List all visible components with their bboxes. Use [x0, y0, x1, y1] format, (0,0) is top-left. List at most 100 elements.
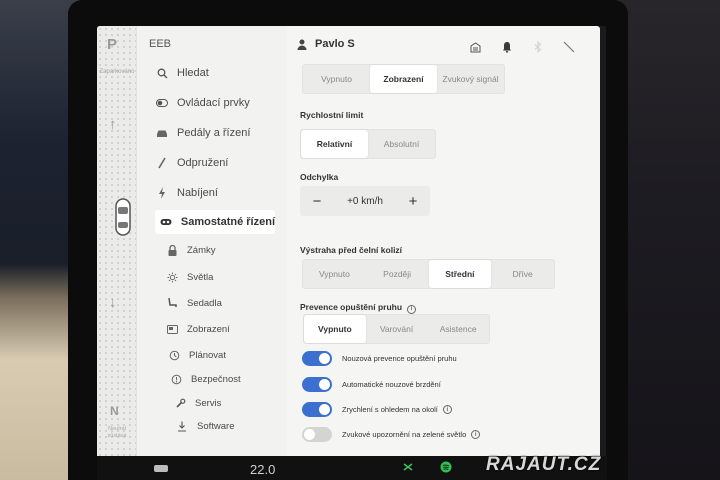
search-icon — [155, 66, 169, 80]
toggle-row-emergency-braking: Automatické nouzové brzdění — [302, 377, 441, 392]
offset-minus-button[interactable]: − — [310, 193, 324, 210]
toggle-label: Zvukové upozornění na zelené světlo — [342, 430, 467, 439]
obstacle-accel-toggle[interactable] — [302, 402, 332, 417]
steering-icon — [159, 215, 173, 229]
toggle-label: Automatické nouzové brzdění — [342, 380, 441, 389]
alert-type-option[interactable]: Vypnuto — [303, 65, 370, 93]
collision-option[interactable]: Vypnuto — [303, 260, 366, 288]
menu-item-search[interactable]: Hledat — [155, 61, 209, 85]
gear-hold-hint: Neutrál zůstává — [107, 426, 127, 439]
lane-departure-label: Prevence opuštění pruhu i — [300, 302, 417, 314]
menu-item-controls[interactable]: Ovládací prvky — [155, 91, 250, 115]
menu-item-service[interactable]: Servis — [173, 391, 221, 415]
menu-item-autopilot[interactable]: Samostatné řízení — [155, 210, 275, 234]
user-name: Pavlo S — [315, 38, 355, 50]
display-icon — [165, 322, 179, 336]
collision-option[interactable]: Střední — [428, 260, 492, 288]
alert-type-selector: Vypnuto Zobrazení Zvukový signál — [302, 64, 505, 94]
car-icon — [155, 126, 169, 140]
download-icon — [175, 419, 189, 433]
collision-option[interactable]: Později — [366, 260, 429, 288]
user-profile[interactable]: Pavlo S — [297, 38, 355, 50]
offset-label: Odchylka — [300, 172, 339, 182]
menu-item-label: Pedály a řízení — [177, 127, 251, 139]
gear-park: P — [107, 36, 118, 53]
menu-header: EEB — [149, 38, 172, 50]
car-controls-icon[interactable] — [153, 463, 169, 473]
bluetooth-icon[interactable] — [531, 40, 545, 54]
menu-item-label: Zámky — [187, 244, 216, 256]
car-topview-icon — [115, 198, 131, 236]
toggle-row-emergency-lane: Nouzová prevence opuštění pruhu — [302, 351, 457, 366]
emergency-lane-toggle[interactable] — [302, 351, 332, 366]
lane-departure-title: Prevence opuštění pruhu — [300, 302, 403, 312]
info-icon[interactable]: i — [471, 430, 481, 439]
menu-item-lights[interactable]: Světla — [165, 265, 213, 289]
gear-up-arrow-icon: ↑ — [109, 116, 117, 133]
collision-option[interactable]: Dříve — [491, 260, 554, 288]
gear-park-hint: Zaparkováno — [99, 69, 135, 75]
lightning-icon — [155, 186, 169, 200]
menu-item-seats[interactable]: Sedadla — [165, 291, 222, 315]
toggle-label: Nouzová prevence opuštění pruhu — [342, 354, 457, 363]
alert-type-option[interactable]: Zvukový signál — [437, 65, 504, 93]
speed-limit-option[interactable]: Relativní — [301, 130, 368, 158]
wrench-icon — [173, 396, 187, 410]
info-icon[interactable]: i — [442, 405, 452, 414]
temperature-readout[interactable]: 22.0 — [250, 462, 275, 477]
speed-limit-selector: Relativní Absolutní — [300, 129, 436, 159]
spotify-icon[interactable] — [440, 461, 452, 473]
offset-stepper: − +0 km/h + — [300, 186, 430, 216]
menu-item-label: Nabíjení — [177, 187, 218, 199]
menu-item-label: Bezpečnost — [191, 373, 241, 385]
collision-warning-selector: Vypnuto Později Střední Dříve — [302, 259, 555, 289]
menu-item-pedals[interactable]: Pedály a řízení — [155, 121, 250, 145]
sun-icon — [165, 270, 179, 284]
person-icon — [297, 39, 307, 50]
speed-limit-label: Rychlostní limit — [300, 110, 364, 120]
clock-icon — [167, 348, 181, 362]
menu-item-safety[interactable]: Bezpečnost — [169, 367, 241, 391]
lock-icon — [165, 243, 179, 257]
menu-item-label: Odpružení — [177, 157, 229, 169]
lane-departure-option[interactable]: Vypnuto — [304, 315, 366, 343]
toggle-row-obstacle-accel: Zrychlení s ohledem na okolí i — [302, 402, 452, 417]
menu-item-label: Světla — [187, 271, 214, 283]
signal-icon[interactable] — [562, 40, 576, 54]
alert-type-option[interactable]: Zobrazení — [370, 65, 437, 93]
menu-item-label: Samostatné řízení — [180, 216, 275, 228]
speed-limit-option[interactable]: Absolutní — [368, 130, 435, 158]
watermark: RAJAUT.CZ — [486, 454, 602, 475]
menu-item-locks[interactable]: Zámky — [165, 238, 216, 262]
toggle-icon — [155, 96, 169, 110]
gear-neutral: N — [110, 404, 119, 418]
touchscreen: P Zaparkováno ↑ ↓ N Neutrál zůstává EEB … — [97, 26, 600, 456]
shield-icon — [169, 372, 183, 386]
offset-value: +0 km/h — [347, 195, 383, 207]
menu-item-software[interactable]: Software — [175, 414, 235, 438]
shuffle-icon[interactable] — [403, 462, 413, 472]
menu-item-display[interactable]: Zobrazení — [165, 317, 230, 341]
menu-item-suspension[interactable]: Odpružení — [155, 151, 228, 175]
offset-plus-button[interactable]: + — [406, 193, 420, 210]
menu-item-label: Ovládací prvky — [177, 97, 250, 109]
info-icon[interactable]: i — [407, 304, 417, 314]
menu-item-label: Hledat — [177, 67, 209, 79]
seat-icon — [165, 296, 179, 310]
menu-item-label: Servis — [195, 397, 222, 409]
toggle-label: Zrychlení s ohledem na okolí — [342, 405, 438, 414]
screen-edge — [600, 26, 606, 456]
menu-item-charging[interactable]: Nabíjení — [155, 181, 218, 205]
bell-icon[interactable] — [500, 40, 514, 54]
lane-departure-option[interactable]: Asistence — [427, 315, 489, 343]
gear-strip[interactable]: P Zaparkováno ↑ ↓ N Neutrál zůstává — [97, 26, 137, 456]
green-light-chime-toggle[interactable] — [302, 427, 332, 442]
gear-down-arrow-icon: ↓ — [109, 294, 117, 311]
menu-item-schedule[interactable]: Plánovat — [167, 343, 226, 367]
emergency-braking-toggle[interactable] — [302, 377, 332, 392]
menu-item-label: Sedadla — [187, 297, 222, 309]
garage-icon[interactable] — [468, 40, 482, 54]
lane-departure-option[interactable]: Varování — [366, 315, 428, 343]
suspension-icon — [155, 156, 169, 170]
lane-departure-selector: Vypnuto Varování Asistence — [303, 314, 490, 344]
